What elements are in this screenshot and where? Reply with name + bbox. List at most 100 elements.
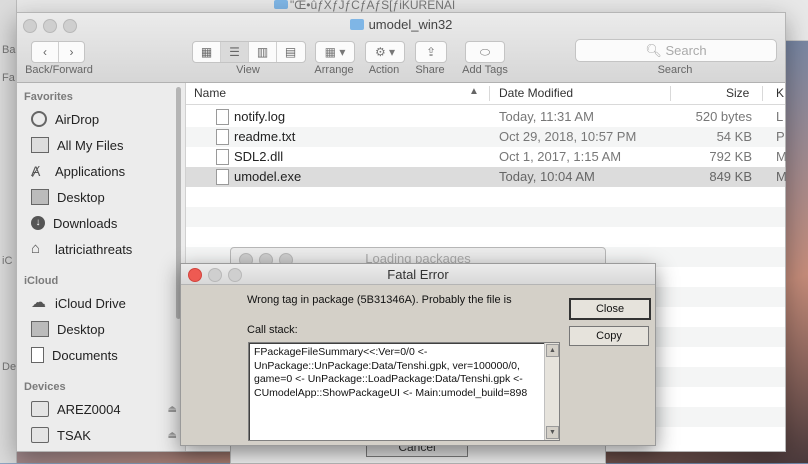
call-stack-label: Call stack: xyxy=(247,324,298,336)
call-stack-scrollbar[interactable]: ▲ ▼ xyxy=(544,343,559,440)
call-stack-textarea[interactable]: FPackageFileSummary<<:Ver=0/0 <- UnPacka… xyxy=(248,342,560,441)
icon-view-button[interactable]: ▦ xyxy=(193,42,221,62)
cover-flow-icon: ▤ xyxy=(284,45,297,59)
sidebar-item-airdrop[interactable]: AirDrop xyxy=(31,108,181,130)
close-button[interactable]: Close xyxy=(569,298,651,320)
copy-button[interactable]: Copy xyxy=(569,326,649,346)
view-label: View xyxy=(236,64,260,76)
background-strip-label: Ba xyxy=(2,44,16,56)
sidebar-header-devices: Devices xyxy=(24,381,66,393)
search-input[interactable]: 🔍︎ Search xyxy=(575,39,777,62)
file-size: 849 KB xyxy=(709,169,752,184)
sidebar-item-label: AREZ0004 xyxy=(57,401,121,417)
file-row-selected[interactable]: umodel.exe Today, 10:04 AM 849 KB M xyxy=(186,167,787,187)
sidebar-header-icloud: iCloud xyxy=(24,275,59,287)
sidebar-item-icloud-drive[interactable]: ☁ iCloud Drive xyxy=(31,292,181,314)
list-header: Name ▲ Date Modified Size K xyxy=(186,83,785,105)
sidebar-item-label: iCloud Drive xyxy=(55,295,126,311)
file-date: Today, 10:04 AM xyxy=(499,169,595,184)
file-row[interactable]: notify.log Today, 11:31 AM 520 bytes L xyxy=(186,107,785,127)
cloud-icon: ☁ xyxy=(31,294,46,311)
file-date: Oct 29, 2018, 10:57 PM xyxy=(499,129,637,144)
file-size: 54 KB xyxy=(716,129,752,144)
all-files-icon xyxy=(31,137,49,153)
search-placeholder: Search xyxy=(665,43,707,58)
documents-icon xyxy=(31,347,44,363)
sidebar-item-label: Documents xyxy=(52,347,118,363)
file-date: Oct 1, 2017, 1:15 AM xyxy=(499,149,622,164)
column-view-button[interactable]: ▥ xyxy=(249,42,277,62)
share-button[interactable]: ⇪ xyxy=(415,41,447,63)
view-control: ▦ ☰ ▥ ▤ xyxy=(192,41,306,63)
file-kind: M xyxy=(776,149,787,164)
file-row[interactable]: readme.txt Oct 29, 2018, 10:57 PM 54 KB … xyxy=(186,127,785,147)
downloads-icon: ↓ xyxy=(31,216,45,230)
file-kind: M xyxy=(776,169,787,184)
cover-flow-button[interactable]: ▤ xyxy=(277,42,304,62)
drive-icon xyxy=(31,401,49,417)
arrange-icon: ▦ ▾ xyxy=(324,45,346,59)
sidebar-item-documents[interactable]: Documents xyxy=(31,344,181,366)
chevron-left-icon: ‹ xyxy=(43,45,47,59)
file-name: notify.log xyxy=(234,109,286,124)
sidebar-item-label: Applications xyxy=(55,163,126,179)
back-button[interactable]: ‹ xyxy=(32,42,59,62)
scroll-up-arrow-icon[interactable]: ▲ xyxy=(546,344,559,357)
background-strip-label: De xyxy=(2,361,17,373)
share-icon: ⇪ xyxy=(425,45,437,59)
document-icon xyxy=(216,129,229,145)
gear-icon: ⚙ ▾ xyxy=(374,45,396,59)
sidebar-item-label: latriciathreats xyxy=(55,241,133,257)
file-row[interactable]: SDL2.dll Oct 1, 2017, 1:15 AM 792 KB M xyxy=(186,147,787,167)
back-forward-control: ‹ › xyxy=(31,41,85,63)
columns-icon: ▥ xyxy=(256,45,269,59)
sidebar: Favorites AirDrop All My Files Ⱥ Applicat… xyxy=(17,83,186,451)
arrange-button[interactable]: ▦ ▾ xyxy=(315,41,355,63)
scroll-down-arrow-icon[interactable]: ▼ xyxy=(546,426,559,439)
document-icon xyxy=(216,109,229,125)
column-header-size[interactable]: Size xyxy=(726,86,749,100)
action-button[interactable]: ⚙ ▾ xyxy=(365,41,405,63)
file-size: 520 bytes xyxy=(695,109,752,124)
list-view-button[interactable]: ☰ xyxy=(221,42,249,62)
window-title-text: umodel_win32 xyxy=(368,17,453,32)
back-forward-label: Back/Forward xyxy=(25,64,93,76)
sidebar-item-icloud-desktop[interactable]: Desktop xyxy=(31,318,181,340)
file-name: umodel.exe xyxy=(234,169,302,184)
sidebar-item-downloads[interactable]: ↓ Downloads xyxy=(31,212,181,234)
applications-icon: Ⱥ xyxy=(31,163,41,179)
empty-row xyxy=(186,207,785,227)
column-header-date[interactable]: Date Modified xyxy=(499,86,573,100)
error-message: Wrong tag in package (5B31346A). Probabl… xyxy=(247,294,512,306)
window-title: umodel_win32 xyxy=(17,17,785,32)
file-size: 792 KB xyxy=(709,149,752,164)
file-name: SDL2.dll xyxy=(234,149,284,164)
forward-button[interactable]: › xyxy=(59,42,84,62)
sidebar-item-label: All My Files xyxy=(57,137,124,153)
arrange-label: Arrange xyxy=(314,64,354,76)
sidebar-item-home[interactable]: ⌂ latriciathreats xyxy=(31,238,181,260)
sidebar-item-label: TSAK xyxy=(57,427,91,443)
column-header-name[interactable]: Name xyxy=(194,86,226,100)
drive-icon xyxy=(31,427,49,443)
sidebar-item-label: Downloads xyxy=(53,215,118,231)
eject-icon[interactable]: ⏏ xyxy=(168,430,177,441)
eject-icon[interactable]: ⏏ xyxy=(168,404,177,415)
background-strip-label: iC xyxy=(2,255,13,267)
action-label: Action xyxy=(368,64,400,76)
sidebar-header-favorites: Favorites xyxy=(24,91,73,103)
fatal-error-dialog: Fatal Error Wrong tag in package (5B3134… xyxy=(180,263,656,446)
sidebar-item-label: AirDrop xyxy=(55,111,100,127)
sidebar-item-label: Desktop xyxy=(57,321,105,337)
add-tags-label: Add Tags xyxy=(462,64,508,76)
airdrop-icon xyxy=(31,111,47,127)
add-tags-button[interactable]: ⬭ xyxy=(465,41,505,63)
sidebar-item-all-my-files[interactable]: All My Files xyxy=(31,134,181,156)
sidebar-item-desktop[interactable]: Desktop xyxy=(31,186,181,208)
sidebar-item-applications[interactable]: Ⱥ Applications xyxy=(31,160,181,182)
sidebar-item-drive-arez0004[interactable]: AREZ0004 ⏏ xyxy=(31,398,181,420)
column-header-kind[interactable]: K xyxy=(776,86,784,100)
share-label: Share xyxy=(415,64,445,76)
sidebar-item-drive-tsak[interactable]: TSAK ⏏ xyxy=(31,424,181,446)
background-window-title: "Œ•ûƒXƒJƒCƒAƒS[ƒiKURENAI xyxy=(290,0,456,12)
